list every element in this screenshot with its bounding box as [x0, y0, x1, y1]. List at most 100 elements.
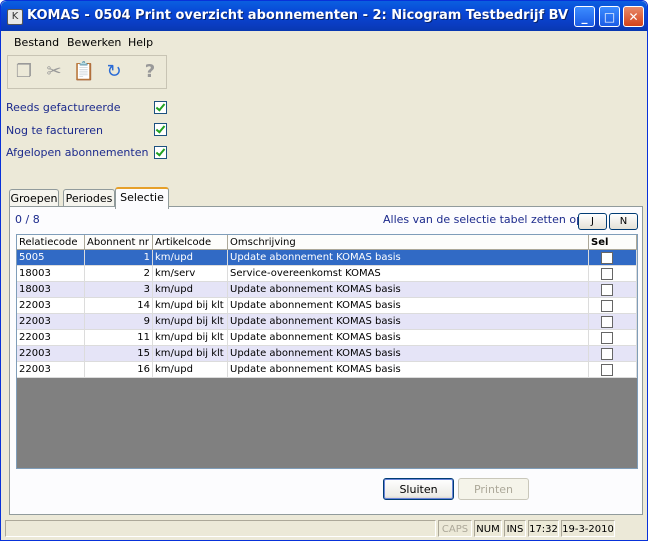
cell-relatiecode: 22003 [17, 362, 85, 378]
table-row[interactable]: 18003 3 km/upd Update abonnement KOMAS basi… [17, 282, 637, 298]
set-all-no-button[interactable]: N [609, 213, 638, 230]
cell-omschrijving: Update abonnement KOMAS basis [228, 362, 589, 378]
table-row[interactable]: 18003 2 km/serv Service-overeenkomst KOMAS [17, 266, 637, 282]
app-icon[interactable]: K [7, 9, 23, 25]
option-nog-te-factureren-label: Nog te factureren [6, 124, 104, 137]
selection-count: 0 / 8 [15, 213, 40, 226]
row-select-checkbox[interactable] [601, 268, 613, 280]
col-artikelcode[interactable]: Artikelcode [153, 235, 228, 250]
cell-sel [589, 346, 637, 362]
menu-bestand[interactable]: Bestand [14, 36, 59, 49]
cell-artikelcode: km/upd bij klt [153, 330, 228, 346]
cell-omschrijving: Service-overeenkomst KOMAS [228, 266, 589, 282]
sluiten-button[interactable]: Sluiten [383, 478, 454, 500]
printen-button[interactable]: Printen [458, 478, 529, 500]
menu-help[interactable]: Help [128, 36, 153, 49]
row-select-checkbox[interactable] [601, 316, 613, 328]
cell-sel [589, 250, 637, 266]
afgelopen-abonnementen-checkbox[interactable] [154, 146, 167, 159]
table-header: Relatiecode Abonnent nr Artikelcode Omsc… [17, 235, 637, 250]
close-button[interactable]: ✕ [623, 6, 644, 27]
cell-sel [589, 298, 637, 314]
selectie-panel: 0 / 8 Alles van de selectie tabel zetten… [9, 206, 643, 515]
menu-bar: Bestand Bewerken Help [1, 33, 647, 53]
cell-omschrijving: Update abonnement KOMAS basis [228, 314, 589, 330]
cell-omschrijving: Update abonnement KOMAS basis [228, 346, 589, 362]
cell-relatiecode: 18003 [17, 266, 85, 282]
reeds-gefactureerde-checkbox[interactable] [154, 101, 167, 114]
cut-icon[interactable]: ✂ [40, 59, 68, 85]
cell-abonnent-nr: 11 [85, 330, 153, 346]
cell-artikelcode: km/upd bij klt [153, 298, 228, 314]
table-row[interactable]: 5005 1 km/upd Update abonnement KOMAS basis [17, 250, 637, 266]
paste-icon[interactable]: 📋 [70, 59, 98, 85]
status-num: NUM [474, 520, 502, 537]
set-all-label: Alles van de selectie tabel zetten op [383, 213, 584, 226]
table-row[interactable]: 22003 15 km/upd bij klt Update abonnement K… [17, 346, 637, 362]
cell-artikelcode: km/upd [153, 362, 228, 378]
copy-icon[interactable]: ❐ [10, 59, 38, 85]
status-ins: INS [504, 520, 526, 537]
cell-sel [589, 314, 637, 330]
cell-abonnent-nr: 2 [85, 266, 153, 282]
cell-abonnent-nr: 14 [85, 298, 153, 314]
status-time: 17:32 [528, 520, 559, 537]
table-row[interactable]: 22003 16 km/upd Update abonnement KOMAS bas… [17, 362, 637, 378]
row-select-checkbox[interactable] [601, 284, 613, 296]
status-caps: CAPS [438, 520, 472, 537]
toolbar: ❐ ✂ 📋 ↻ ? [7, 55, 167, 89]
cell-sel [589, 330, 637, 346]
menu-bewerken[interactable]: Bewerken [67, 36, 121, 49]
col-sel[interactable]: Sel [589, 235, 637, 250]
row-select-checkbox[interactable] [601, 364, 613, 376]
cell-relatiecode: 22003 [17, 346, 85, 362]
row-select-checkbox[interactable] [601, 300, 613, 312]
cell-sel [589, 282, 637, 298]
cell-artikelcode: km/upd bij klt [153, 346, 228, 362]
status-date: 19-3-2010 [561, 520, 615, 537]
col-omschrijving[interactable]: Omschrijving [228, 235, 589, 250]
cell-omschrijving: Update abonnement KOMAS basis [228, 250, 589, 266]
status-message [5, 520, 436, 537]
main-window: K KOMAS - 0504 Print overzicht abonnemen… [0, 0, 648, 541]
title-bar[interactable]: K KOMAS - 0504 Print overzicht abonnemen… [1, 1, 647, 31]
cell-abonnent-nr: 15 [85, 346, 153, 362]
set-all-yes-button[interactable]: J [578, 213, 607, 230]
cell-sel [589, 362, 637, 378]
table-row[interactable]: 22003 9 km/upd bij klt Update abonnement KO… [17, 314, 637, 330]
cell-artikelcode: km/upd [153, 282, 228, 298]
table-row[interactable]: 22003 11 km/upd bij klt Update abonnement K… [17, 330, 637, 346]
option-reeds-gefactureerde-label: Reeds gefactureerde [6, 101, 121, 114]
tab-groepen[interactable]: Groepen [9, 189, 59, 207]
window-title: KOMAS - 0504 Print overzicht abonnemente… [27, 8, 569, 23]
cell-artikelcode: km/upd [153, 250, 228, 266]
cell-relatiecode: 22003 [17, 314, 85, 330]
tab-periodes[interactable]: Periodes [63, 189, 115, 207]
table-row[interactable]: 22003 14 km/upd bij klt Update abonnement K… [17, 298, 637, 314]
row-select-checkbox[interactable] [601, 332, 613, 344]
option-afgelopen-abonnementen-label: Afgelopen abonnementen [6, 146, 149, 159]
cell-relatiecode: 22003 [17, 330, 85, 346]
row-select-checkbox[interactable] [601, 348, 613, 360]
cell-relatiecode: 18003 [17, 282, 85, 298]
cell-omschrijving: Update abonnement KOMAS basis [228, 330, 589, 346]
row-select-checkbox[interactable] [601, 252, 613, 264]
cell-artikelcode: km/serv [153, 266, 228, 282]
nog-te-factureren-checkbox[interactable] [154, 123, 167, 136]
cell-relatiecode: 22003 [17, 298, 85, 314]
tab-selectie[interactable]: Selectie [115, 187, 169, 209]
col-relatiecode[interactable]: Relatiecode [17, 235, 85, 250]
maximize-button[interactable]: □ [599, 6, 620, 27]
selection-table[interactable]: Relatiecode Abonnent nr Artikelcode Omsc… [16, 234, 638, 469]
refresh-icon[interactable]: ↻ [100, 59, 128, 85]
status-bar: CAPS NUM INS 17:32 19-3-2010 [1, 517, 647, 540]
cell-abonnent-nr: 16 [85, 362, 153, 378]
cell-abonnent-nr: 3 [85, 282, 153, 298]
minimize-button[interactable]: _ [574, 6, 595, 27]
col-abonnent-nr[interactable]: Abonnent nr [85, 235, 153, 250]
help-icon[interactable]: ? [136, 59, 164, 85]
cell-artikelcode: km/upd bij klt [153, 314, 228, 330]
cell-omschrijving: Update abonnement KOMAS basis [228, 282, 589, 298]
cell-abonnent-nr: 9 [85, 314, 153, 330]
cell-abonnent-nr: 1 [85, 250, 153, 266]
